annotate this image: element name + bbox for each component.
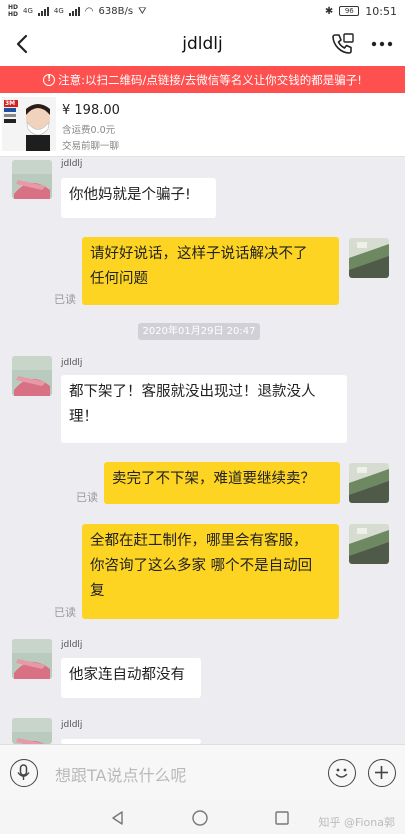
watermark-text: 知乎 @Fiona郭 bbox=[318, 816, 395, 829]
avatar-image bbox=[349, 238, 389, 278]
smiley-icon bbox=[335, 768, 348, 778]
read-status: 已读 bbox=[54, 293, 76, 306]
bluetooth-icon: ✱ bbox=[324, 5, 334, 17]
incoming-message[interactable]: 都下架了！客服就没出现过！退款没人 理！ bbox=[61, 375, 347, 443]
sender-name: jdldlj bbox=[61, 159, 83, 169]
signal-icon bbox=[68, 6, 80, 16]
avatar-image bbox=[12, 718, 52, 744]
emoji-button[interactable] bbox=[328, 759, 356, 787]
network-label: 4G bbox=[23, 7, 33, 15]
battery-level: 96 bbox=[344, 7, 354, 15]
sender-name: jdldlj bbox=[61, 720, 83, 730]
app-notification-icon: ⛛ bbox=[138, 5, 147, 17]
contact-avatar[interactable] bbox=[12, 356, 52, 396]
more-options-icon[interactable] bbox=[369, 31, 395, 57]
message-text-line: 理！ bbox=[69, 409, 98, 425]
message-text: 你他妈就是个骗子! bbox=[69, 187, 191, 203]
network-label: 4G bbox=[53, 7, 64, 15]
message-timestamp: 2020年01月29日 20:47 bbox=[138, 323, 260, 340]
warning-icon: ! bbox=[43, 73, 56, 86]
message-text-line: 都下架了！客服就没出现过！退款没人 bbox=[69, 384, 316, 400]
outgoing-message[interactable]: 全都在赶工制作，哪里会有客服， 你咨询了这么多家 哪个不是自动回 复 bbox=[82, 524, 339, 619]
nav-home-icon[interactable] bbox=[191, 809, 209, 827]
status-right: ✱ 96 10:51 bbox=[325, 5, 397, 18]
outgoing-message[interactable]: 请好好说话，这样子说话解决不了 任何问题 bbox=[82, 237, 339, 305]
message-text-line: 任何问题 bbox=[90, 271, 148, 287]
chat-header: jdldlj bbox=[0, 22, 405, 66]
message-text-line: 复 bbox=[90, 583, 105, 599]
phone-call-icon[interactable] bbox=[329, 31, 355, 57]
my-avatar[interactable] bbox=[349, 463, 389, 503]
clock: 10:51 bbox=[365, 4, 397, 18]
brand-badge: 3M bbox=[5, 100, 16, 107]
message-input[interactable]: 想跟TA说点什么呢 bbox=[55, 762, 186, 786]
contact-avatar[interactable] bbox=[12, 639, 52, 679]
my-avatar[interactable] bbox=[349, 524, 389, 564]
scam-warning-banner: ! 注意:以扫二维码/点链接/去微信等名义让你交钱的都是骗子! bbox=[0, 66, 405, 93]
status-left: HD HD 4G 4G ◠ 638B/s ⛛ bbox=[8, 4, 146, 18]
message-text-line: 请好好说话，这样子说话解决不了 bbox=[90, 246, 308, 262]
sender-name: jdldlj bbox=[61, 358, 83, 368]
signal-icon bbox=[37, 6, 49, 16]
avatar-image bbox=[12, 639, 52, 679]
contact-avatar[interactable] bbox=[12, 718, 52, 744]
nav-back-icon[interactable] bbox=[110, 810, 126, 826]
read-status: 已读 bbox=[54, 606, 76, 619]
product-thumbnail[interactable]: 3M bbox=[2, 97, 56, 151]
avatar-image bbox=[12, 356, 52, 396]
outgoing-message[interactable]: 卖完了不下架，难道要继续卖？ bbox=[104, 462, 340, 504]
microphone-icon bbox=[17, 764, 30, 780]
message-text-line: 全都在赶工制作，哪里会有客服， bbox=[90, 533, 308, 549]
message-text: 他家连自动都没有 bbox=[69, 667, 185, 683]
system-navigation-bar: 知乎 @Fiona郭 bbox=[0, 800, 405, 834]
message-input-bar: 想跟TA说点什么呢 bbox=[0, 744, 405, 800]
warning-text: 注意:以扫二维码/点链接/去微信等名义让你交钱的都是骗子! bbox=[58, 72, 362, 87]
incoming-message[interactable]: 他家连自动都没有 bbox=[61, 658, 201, 698]
hd-badge: HD bbox=[8, 4, 19, 11]
plus-icon bbox=[375, 766, 388, 779]
product-shipping: 含运费0.0元 bbox=[62, 125, 116, 136]
incoming-message[interactable]: 你他妈就是个骗子! bbox=[61, 178, 216, 218]
voice-input-button[interactable] bbox=[10, 759, 38, 787]
transaction-state: 交易前聊一聊 bbox=[62, 141, 120, 152]
more-actions-button[interactable] bbox=[368, 759, 396, 787]
status-bar: HD HD 4G 4G ◠ 638B/s ⛛ ✱ 96 10:51 bbox=[0, 0, 405, 22]
sender-name: jdldlj bbox=[61, 640, 83, 650]
read-status: 已读 bbox=[76, 491, 98, 504]
contact-avatar[interactable] bbox=[12, 160, 52, 199]
battery-icon: 96 bbox=[339, 6, 360, 16]
message-text-line: 你咨询了这么多家 哪个不是自动回 bbox=[90, 558, 313, 574]
hd-badge: HD bbox=[8, 11, 19, 18]
back-arrow-icon[interactable] bbox=[10, 31, 36, 57]
hd-badges: HD HD bbox=[8, 4, 18, 18]
product-price: ¥ 198.00 bbox=[62, 103, 120, 118]
my-avatar[interactable] bbox=[349, 238, 389, 278]
avatar-image bbox=[349, 463, 389, 503]
network-speed: 638B/s bbox=[98, 5, 134, 17]
avatar-image bbox=[349, 524, 389, 564]
product-card[interactable]: 3M ¥ 198.00 含运费0.0元 交易前聊一聊 bbox=[0, 93, 405, 157]
avatar-image bbox=[12, 160, 52, 199]
nav-recents-icon[interactable] bbox=[274, 810, 290, 826]
message-text: 卖完了不下架，难道要继续卖？ bbox=[112, 471, 315, 487]
wifi-icon: ◠ bbox=[84, 5, 94, 17]
